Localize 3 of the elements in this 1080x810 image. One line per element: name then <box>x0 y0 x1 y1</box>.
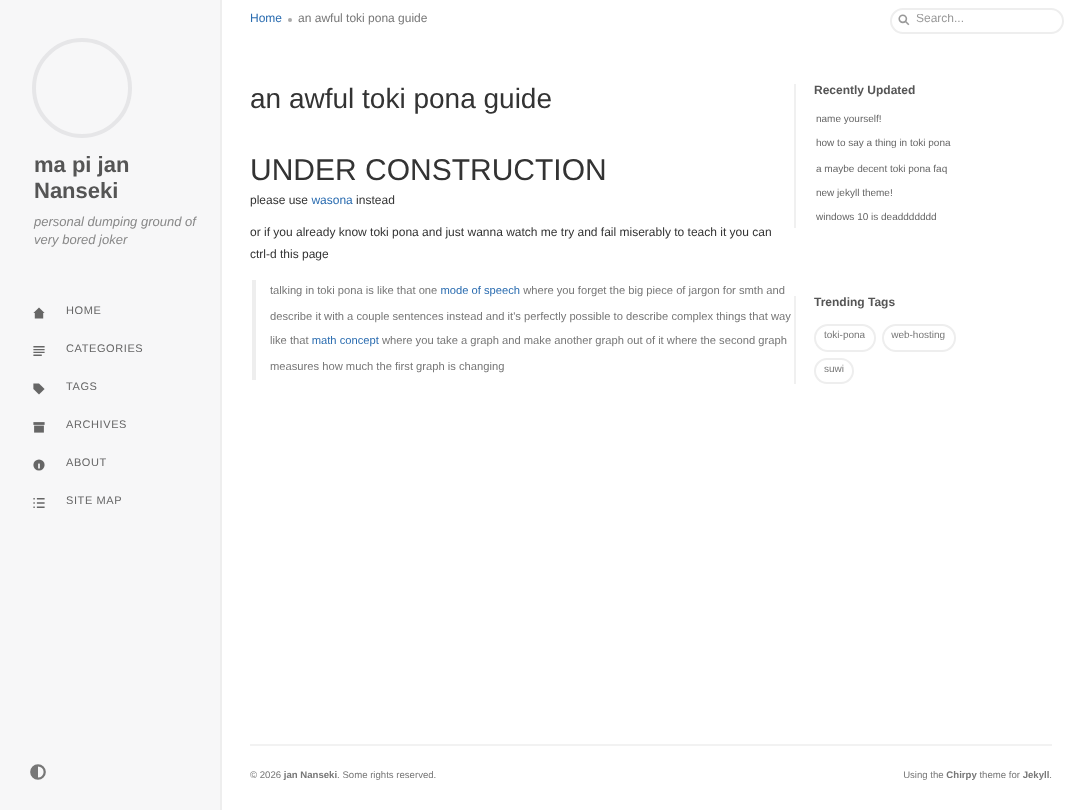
section-heading: UNDER CONSTRUCTION <box>250 154 609 190</box>
site-title[interactable]: ma pi jan Nanseki <box>34 154 194 206</box>
post-title: an awful toki pona guide <box>250 80 554 118</box>
